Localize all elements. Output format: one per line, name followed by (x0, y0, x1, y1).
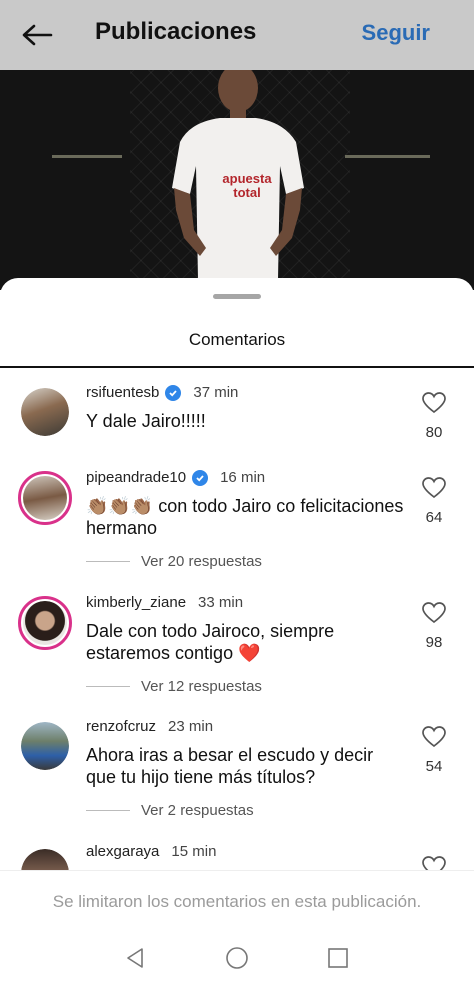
replies-line (86, 810, 130, 811)
comment-time: 37 min (193, 384, 239, 401)
verified-badge-icon (165, 384, 182, 401)
jersey-sponsor-text: apuesta total (222, 171, 272, 200)
comment-username[interactable]: alexgaraya (86, 843, 159, 860)
nav-home-button[interactable] (223, 944, 251, 972)
view-replies-button[interactable]: Ver 2 respuestas (86, 802, 254, 819)
sheet-title: Comentarios (188, 330, 286, 349)
comment-item: alexgaraya 15 min (0, 839, 474, 871)
avatar[interactable] (18, 471, 72, 525)
comment-time: 33 min (198, 594, 244, 611)
view-replies-button[interactable]: Ver 20 respuestas (86, 553, 262, 570)
like-button[interactable] (420, 856, 448, 871)
avatar[interactable] (21, 388, 69, 436)
post-image[interactable]: apuesta total (0, 70, 474, 290)
heart-icon (422, 477, 446, 499)
heart-icon (422, 856, 446, 871)
avatar[interactable] (21, 849, 69, 871)
system-nav-bar (0, 930, 474, 985)
like-button[interactable] (420, 726, 448, 753)
nav-recents-button[interactable] (324, 944, 352, 972)
avatar[interactable] (18, 596, 72, 650)
comment-time: 16 min (220, 469, 266, 486)
comment-username[interactable]: renzofcruz (86, 718, 156, 735)
view-replies-label: Ver 12 respuestas (141, 678, 262, 695)
drag-handle[interactable] (213, 294, 261, 299)
like-button[interactable] (420, 602, 448, 629)
like-button[interactable] (420, 477, 448, 504)
heart-icon (422, 726, 446, 748)
replies-line (86, 561, 130, 562)
like-count: 80 (425, 424, 443, 441)
nav-back-button[interactable] (121, 944, 149, 972)
page-title: Publicaciones (95, 18, 257, 45)
square-recents-icon (328, 948, 348, 968)
comment-username[interactable]: kimberly_ziane (86, 594, 186, 611)
heart-icon (422, 602, 446, 624)
like-count: 98 (425, 634, 443, 651)
like-button[interactable] (420, 392, 448, 419)
comments-limited-notice: Se limitaron los comentarios en esta pub… (52, 892, 422, 911)
divider (0, 366, 474, 368)
top-bar: Publicaciones Seguir (0, 0, 474, 70)
like-count: 64 (425, 509, 443, 526)
view-replies-button[interactable]: Ver 12 respuestas (86, 678, 262, 695)
comment-username[interactable]: pipeandrade10 (86, 469, 186, 486)
arrow-left-icon (22, 24, 53, 46)
replies-line (86, 686, 130, 687)
back-button[interactable] (18, 18, 56, 52)
comment-time: 23 min (168, 718, 214, 735)
circle-home-icon (226, 947, 248, 969)
comment-text: Ahora iras a besar el escudo y decir que… (86, 745, 374, 787)
view-replies-label: Ver 2 respuestas (141, 802, 254, 819)
verified-badge-icon (192, 469, 209, 486)
follow-button[interactable]: Seguir (362, 20, 430, 46)
comment-text: Dale con todo Jairoco, siempre estaremos… (86, 621, 335, 663)
view-replies-label: Ver 20 respuestas (141, 553, 262, 570)
heart-icon (422, 392, 446, 414)
background-lights (52, 155, 122, 158)
comment-text: 👏🏽👏🏽👏🏽 con todo Jairo co felicitaciones … (86, 496, 404, 538)
avatar[interactable] (21, 722, 69, 770)
triangle-back-icon (127, 948, 143, 968)
comment-username[interactable]: rsifuentesb (86, 384, 159, 401)
like-count: 54 (425, 758, 443, 775)
comment-text: Y dale Jairo!!!!! (86, 411, 206, 431)
comment-time: 15 min (171, 843, 217, 860)
background-lights (345, 155, 430, 158)
